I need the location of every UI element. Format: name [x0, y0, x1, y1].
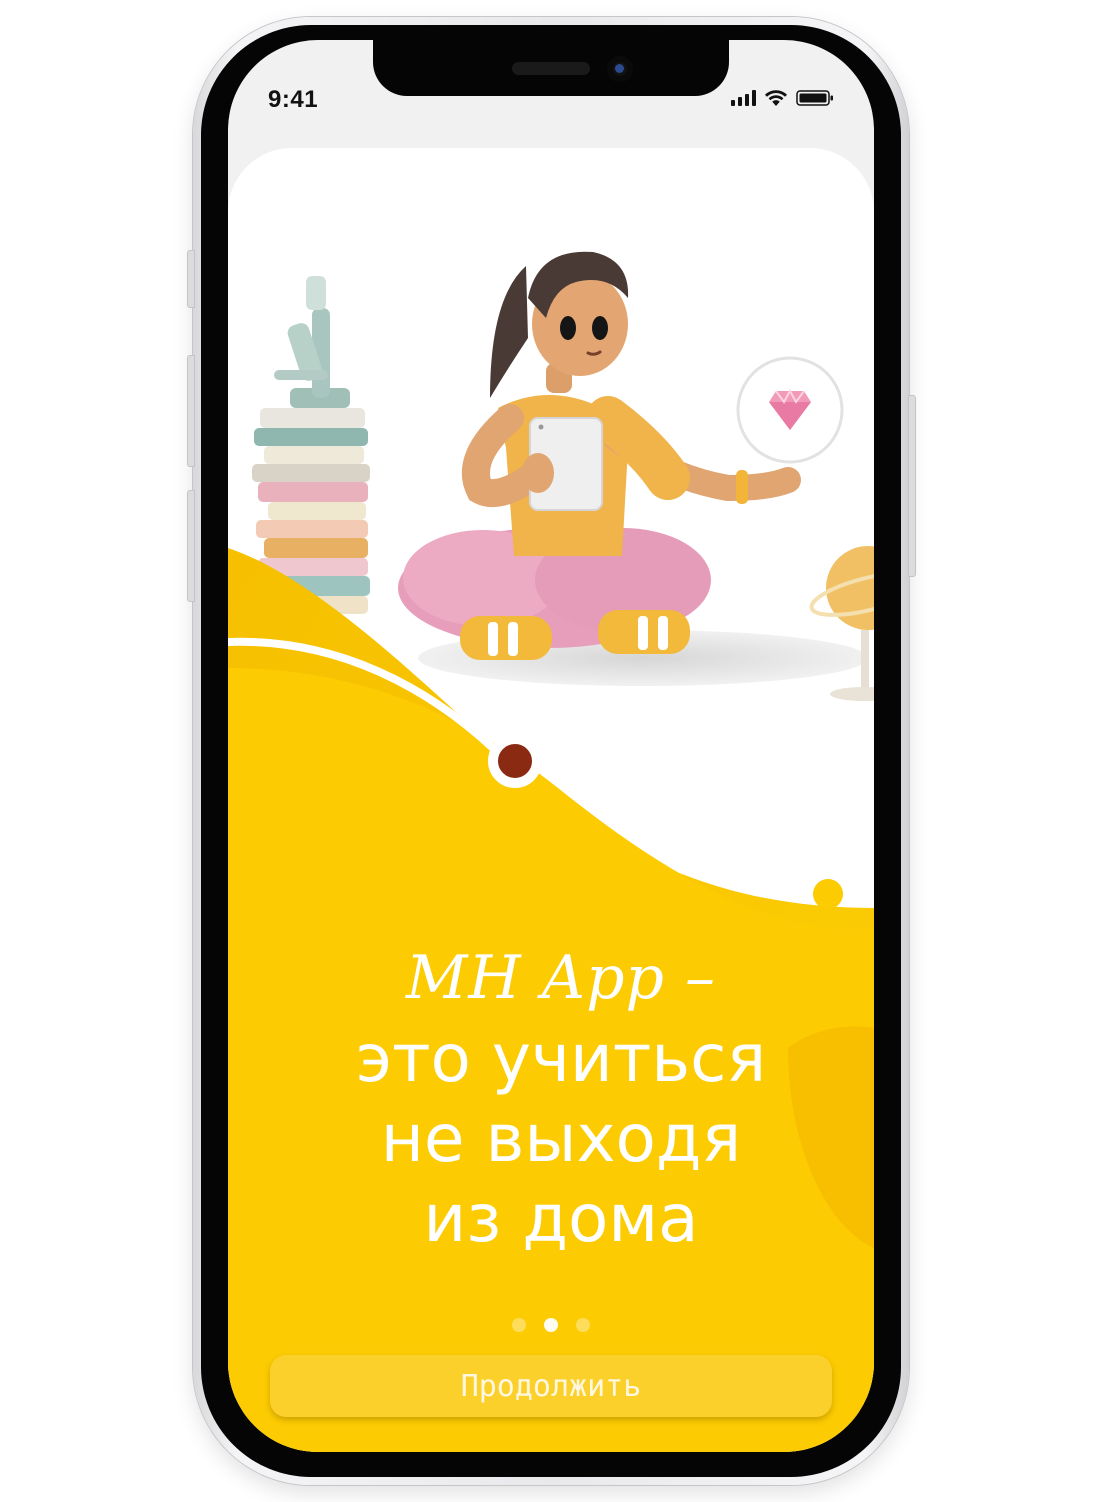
brand-title: MH App –	[405, 943, 717, 1013]
headline: MH App – это учиться не выходя из дома	[228, 943, 874, 1259]
page-dot[interactable]	[512, 1318, 526, 1332]
screen: 9:41 MH App – это учиться не выходя из д…	[228, 40, 874, 1452]
signal-icon	[731, 90, 756, 106]
page-dot-active[interactable]	[544, 1318, 558, 1332]
book-stack-icon	[252, 276, 370, 614]
speaker-grille	[512, 62, 590, 75]
silent-switch	[187, 250, 195, 308]
onboarding-card: MH App – это учиться не выходя из дома П…	[228, 148, 874, 1452]
tagline-line: не выходя	[380, 1100, 742, 1177]
progress-marker-brown	[488, 734, 542, 788]
planet-icon	[809, 546, 874, 701]
page-indicator	[228, 1318, 874, 1332]
battery-icon	[796, 90, 833, 106]
diamond-icon	[736, 356, 844, 464]
page-dot[interactable]	[576, 1318, 590, 1332]
tagline-line: из дома	[423, 1180, 699, 1257]
student-character-illustration	[398, 251, 801, 660]
volume-down-button	[187, 490, 195, 602]
wifi-icon	[765, 90, 787, 106]
continue-button[interactable]: Продолжить	[270, 1355, 832, 1417]
tagline-line: это учиться	[355, 1020, 767, 1097]
notch	[373, 40, 729, 96]
status-icons	[731, 88, 834, 108]
tagline: это учиться не выходя из дома	[228, 1019, 874, 1259]
power-button	[908, 395, 916, 577]
page: 9:41 MH App – это учиться не выходя из д…	[0, 0, 1101, 1502]
front-camera	[607, 56, 633, 82]
volume-up-button	[187, 355, 195, 467]
status-time: 9:41	[268, 86, 319, 113]
progress-marker-yellow	[813, 879, 843, 909]
